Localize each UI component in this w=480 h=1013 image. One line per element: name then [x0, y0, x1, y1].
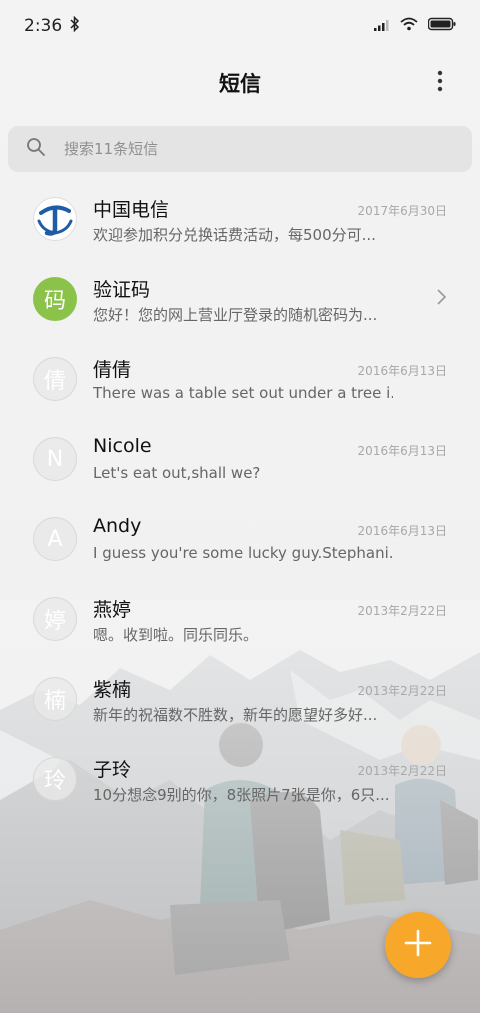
conversation-list: 中国电信 2017年6月30日 欢迎参加积分兑换话费活动，每500分可... 码…	[0, 178, 480, 818]
conversation-item[interactable]: 倩 倩倩 2016年6月13日 There was a table set ou…	[0, 338, 480, 418]
message-preview: 新年的祝福数不胜数，新年的愿望好多好...	[93, 706, 378, 724]
conversation-item[interactable]: 码 验证码 您好！您的网上营业厅登录的随机密码为...	[0, 258, 480, 338]
contact-name: 燕婷	[93, 599, 132, 621]
avatar: 倩	[33, 357, 77, 401]
message-preview: 10分想念9别的你，8张照片7张是你，6只...	[93, 786, 390, 804]
conversation-item[interactable]: 中国电信 2017年6月30日 欢迎参加积分兑换话费活动，每500分可...	[0, 178, 480, 258]
message-preview: 您好！您的网上营业厅登录的随机密码为...	[93, 306, 378, 324]
chevron-right-icon	[437, 289, 447, 305]
contact-name: 倩倩	[93, 359, 132, 381]
status-bar: 2:36	[0, 0, 480, 52]
battery-icon	[427, 16, 456, 36]
contact-name: 验证码	[93, 279, 151, 301]
china-telecom-logo-icon	[37, 205, 73, 236]
contact-name: 紫楠	[93, 679, 132, 701]
avatar	[33, 197, 77, 241]
message-date: 2016年6月13日	[357, 444, 447, 458]
message-preview: 欢迎参加积分兑换话费活动，每500分可...	[93, 226, 376, 244]
app-header: 短信	[0, 52, 480, 114]
bluetooth-icon	[70, 15, 80, 37]
message-date: 2013年2月22日	[357, 684, 447, 698]
conversation-item[interactable]: A Andy 2016年6月13日 I guess you're some lu…	[0, 498, 480, 578]
avatar: 玲	[33, 757, 77, 801]
contact-name: 中国电信	[93, 199, 170, 221]
message-date: 2013年2月22日	[357, 604, 447, 618]
signal-icon	[374, 16, 390, 36]
status-right	[374, 16, 456, 36]
message-date: 2017年6月30日	[357, 204, 447, 218]
avatar: N	[33, 437, 77, 481]
message-date: 2013年2月22日	[357, 764, 447, 778]
search-icon	[26, 137, 46, 161]
message-preview: 嗯。收到啦。同乐同乐。	[93, 626, 259, 644]
conversation-item[interactable]: 楠 紫楠 2013年2月22日 新年的祝福数不胜数，新年的愿望好多好...	[0, 658, 480, 738]
conversation-item[interactable]: 婷 燕婷 2013年2月22日 嗯。收到啦。同乐同乐。	[0, 578, 480, 658]
message-preview: Let's eat out,shall we?	[93, 464, 261, 482]
avatar: A	[33, 517, 77, 561]
more-vertical-icon	[437, 70, 443, 96]
plus-icon	[404, 929, 432, 961]
avatar: 楠	[33, 677, 77, 721]
avatar: 婷	[33, 597, 77, 641]
wifi-icon	[400, 16, 418, 36]
status-left: 2:36	[24, 15, 80, 37]
contact-name: Andy	[93, 515, 142, 537]
page-title: 短信	[219, 72, 261, 96]
message-date: 2016年6月13日	[357, 524, 447, 538]
new-message-button[interactable]	[385, 912, 451, 978]
contact-name: 子玲	[93, 759, 132, 781]
search-input[interactable]	[62, 139, 446, 159]
contact-name: Nicole	[93, 435, 152, 457]
conversation-item[interactable]: 玲 子玲 2013年2月22日 10分想念9别的你，8张照片7张是你，6只...	[0, 738, 480, 818]
message-preview: I guess you're some lucky guy.Stephani..…	[93, 544, 393, 562]
avatar: 码	[33, 277, 77, 321]
more-options-button[interactable]	[420, 63, 460, 103]
conversation-item[interactable]: N Nicole 2016年6月13日 Let's eat out,shall …	[0, 418, 480, 498]
message-preview: There was a table set out under a tree i…	[93, 384, 393, 402]
status-time: 2:36	[24, 16, 63, 36]
search-bar[interactable]	[8, 126, 472, 172]
message-date: 2016年6月13日	[357, 364, 447, 378]
